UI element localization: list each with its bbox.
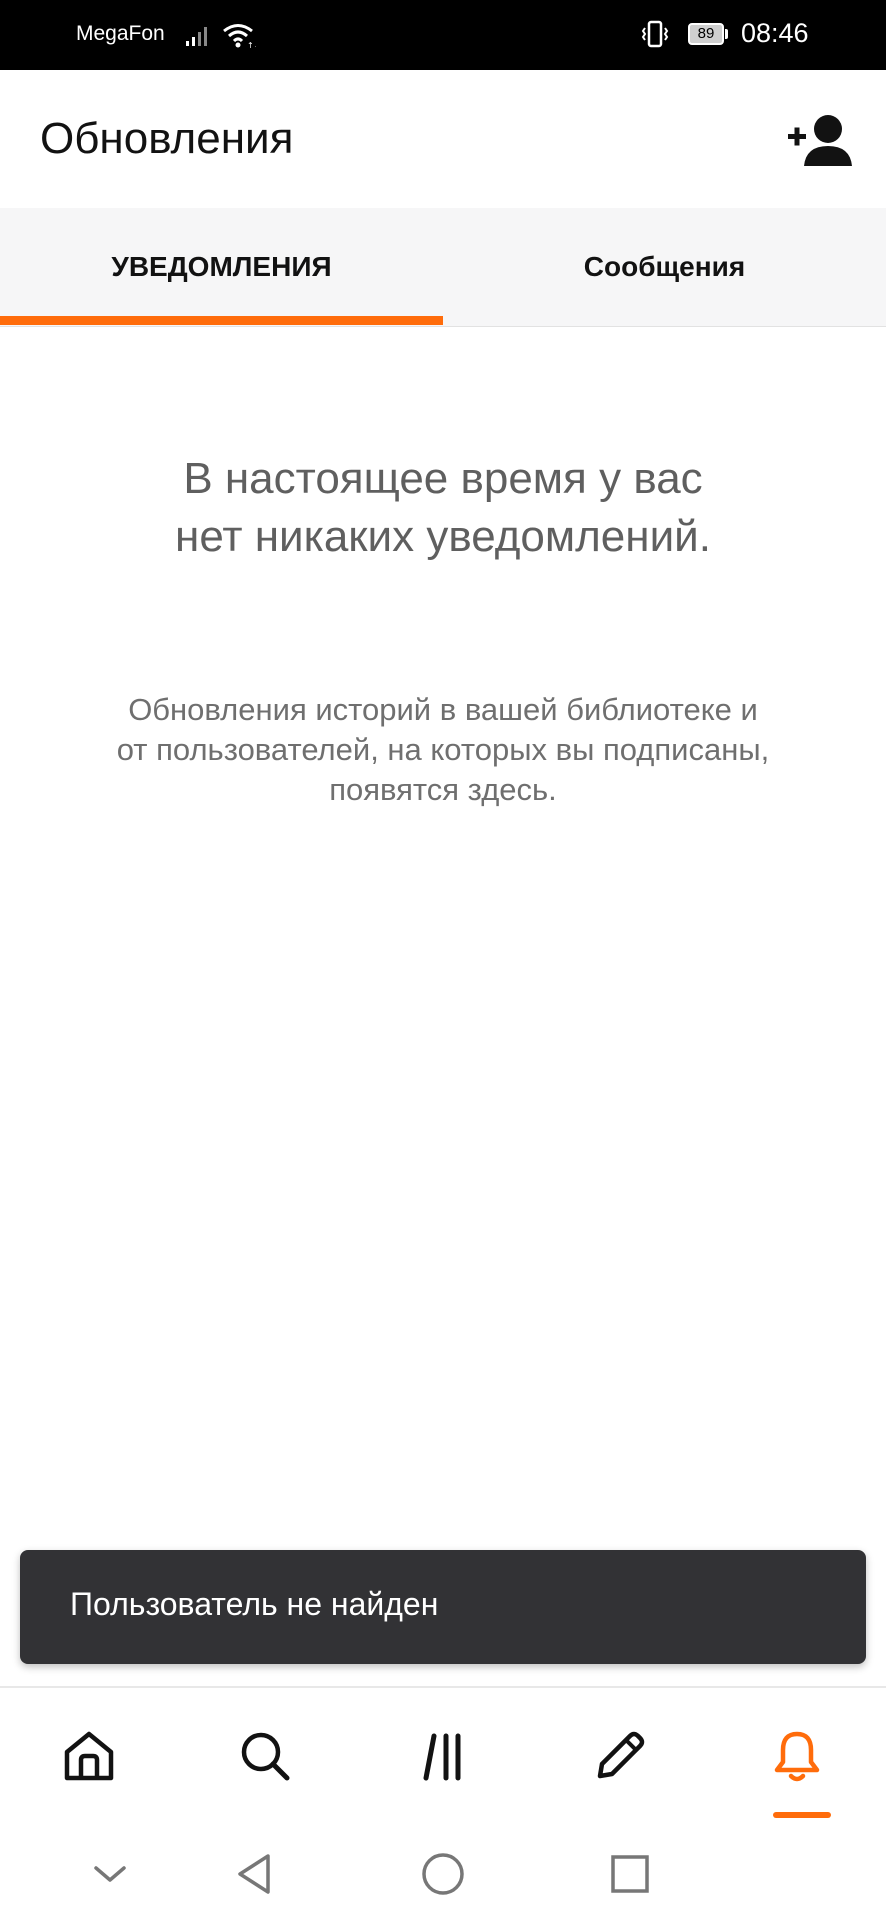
toast-message: Пользователь не найден xyxy=(70,1586,439,1622)
empty-state-description: Обновления историй в вашей библиотеке и … xyxy=(50,690,836,810)
page-title: Обновления xyxy=(40,114,294,163)
status-bar: MegaFon ↑↓ 89 08:46 xyxy=(0,0,886,70)
collapse-button[interactable] xyxy=(80,1844,140,1904)
recents-button[interactable] xyxy=(600,1844,660,1904)
nav-search-button[interactable] xyxy=(210,1688,320,1830)
add-user-icon xyxy=(788,115,852,166)
nav-library-button[interactable] xyxy=(389,1688,499,1830)
empty-title-line: нет никаких уведомлений. xyxy=(175,512,711,561)
battery-tip xyxy=(725,29,728,39)
battery-icon: 89 xyxy=(688,23,724,45)
signal-icon xyxy=(186,26,210,50)
clock: 08:46 xyxy=(741,18,809,48)
library-icon xyxy=(423,1733,461,1781)
nav-write-button[interactable] xyxy=(565,1688,675,1830)
empty-state-title: В настоящее время у вас нет никаких увед… xyxy=(60,450,826,566)
tab-messages-label: Сообщения xyxy=(583,251,746,282)
collapse-icon xyxy=(94,1866,126,1882)
pencil-icon xyxy=(597,1731,645,1779)
bottom-nav xyxy=(0,1686,886,1830)
tab-notifications[interactable]: УВЕДОМЛЕНИЯ xyxy=(0,208,443,326)
toast-snackbar: Пользователь не найден xyxy=(20,1550,866,1664)
empty-desc-line: от пользователей, на которых вы подписан… xyxy=(116,732,770,767)
recents-icon xyxy=(611,1855,649,1893)
vibrate-icon xyxy=(640,20,670,52)
add-user-button[interactable] xyxy=(786,110,856,170)
tab-bar: УВЕДОМЛЕНИЯ Сообщения xyxy=(0,208,886,327)
battery-level: 89 xyxy=(697,25,715,42)
home-circle-icon xyxy=(422,1853,464,1895)
empty-desc-line: появятся здесь. xyxy=(329,772,557,807)
empty-title-line: В настоящее время у вас xyxy=(183,454,703,503)
app-header: Обновления xyxy=(0,70,886,208)
carrier-name: MegaFon xyxy=(76,22,165,45)
wifi-icon: ↑↓ xyxy=(222,22,260,52)
active-tab-indicator xyxy=(0,316,443,325)
back-icon xyxy=(238,1854,270,1894)
tab-notifications-label: УВЕДОМЛЕНИЯ xyxy=(111,251,332,282)
active-nav-indicator xyxy=(773,1812,831,1818)
home-system-button[interactable] xyxy=(413,1844,473,1904)
search-icon xyxy=(241,1732,290,1781)
nav-notifications-button[interactable] xyxy=(742,1688,852,1830)
empty-desc-line: Обновления историй в вашей библиотеке и xyxy=(128,692,758,727)
nav-home-button[interactable] xyxy=(34,1688,144,1830)
back-button[interactable] xyxy=(224,1844,284,1904)
svg-text:↑↓: ↑↓ xyxy=(247,41,256,48)
tab-messages[interactable]: Сообщения xyxy=(443,208,886,326)
home-icon xyxy=(64,1731,114,1781)
system-nav-bar xyxy=(0,1828,886,1920)
bell-icon xyxy=(774,1731,820,1782)
